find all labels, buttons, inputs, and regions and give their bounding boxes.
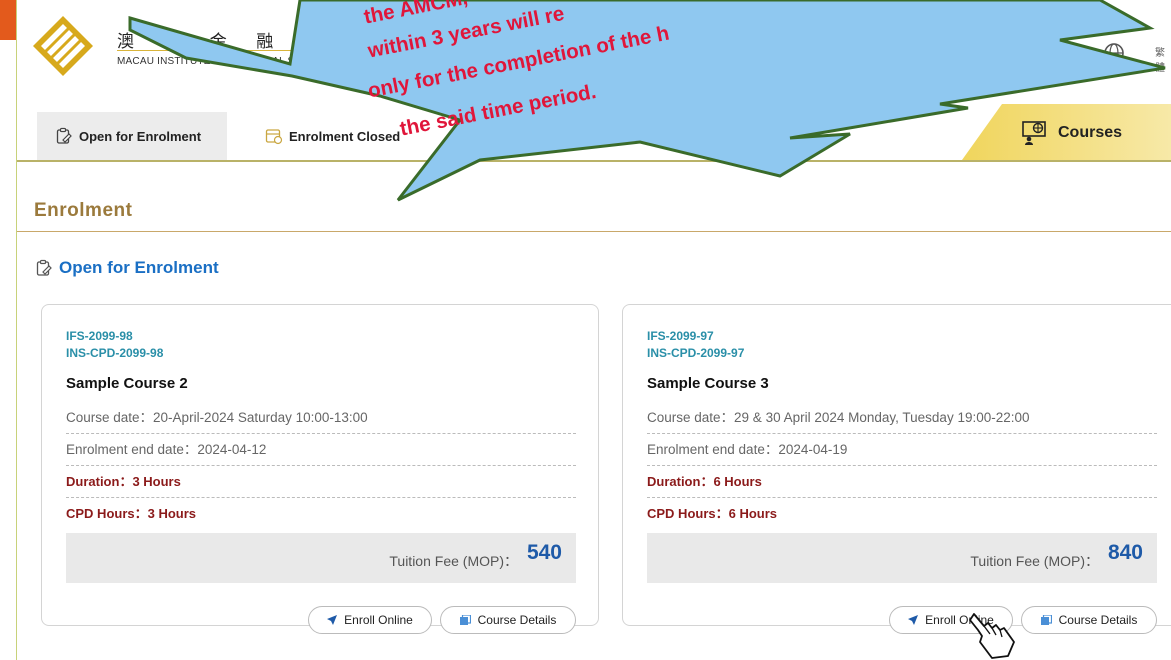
send-arrow-icon (908, 615, 919, 625)
logo-divider (117, 50, 357, 51)
course-tabs: Open for Enrolment Enrolment Closed Cour… (17, 104, 1171, 162)
hand-pointer-icon (969, 613, 1015, 659)
enroll-online-button[interactable]: Enroll Online (308, 606, 432, 634)
language-switch[interactable]: 繁體 (1155, 44, 1171, 74)
send-arrow-icon (327, 615, 338, 625)
courses-tab[interactable]: Courses (1058, 124, 1122, 142)
subheading-label: Open for Enrolment (59, 258, 219, 277)
course-title: Sample Course 2 (66, 375, 188, 392)
tab-open-for-enrolment[interactable]: Open for Enrolment (37, 112, 227, 160)
tab-label: Open for Enrolment (79, 128, 202, 144)
user-icon[interactable] (957, 44, 977, 64)
page-title: Enrolment (34, 200, 133, 221)
course-duration: Duration：6 Hours (647, 466, 1157, 498)
title-divider (17, 231, 1171, 232)
cpd-hours: CPD Hours：6 Hours (647, 506, 778, 521)
course-title: Sample Course 3 (647, 375, 769, 392)
document-icon (1040, 615, 1052, 625)
institute-logo-icon[interactable] (31, 12, 95, 92)
tuition-fee-box: Tuition Fee (MOP)： 540 (66, 533, 576, 583)
calendar-clock-icon (265, 129, 283, 145)
course-cpd-code: INS-CPD-2099-98 (66, 346, 164, 360)
course-code: IFS-2099-97 (647, 329, 714, 343)
course-details-button[interactable]: Course Details (1021, 606, 1157, 634)
button-label: Course Details (477, 613, 557, 627)
course-details-button[interactable]: Course Details (440, 606, 576, 634)
tuition-fee-label: Tuition Fee (MOP)： (970, 553, 1099, 569)
tab-label: Courses Commenced in 2023 (501, 128, 683, 144)
enrolment-end-date: Enrolment end date：2024-04-19 (647, 434, 1157, 466)
clipboard-edit-icon (56, 127, 72, 144)
left-accent-bar (0, 0, 16, 40)
tuition-fee-value: 540 (526, 541, 562, 564)
course-date: Course date：20-April-2024 Saturday 10:00… (66, 402, 576, 434)
login-button[interactable]: Login (990, 44, 1064, 66)
course-card: IFS-2099-97 INS-CPD-2099-97 Sample Cours… (622, 304, 1171, 634)
course-cpd-code: INS-CPD-2099-97 (647, 346, 745, 360)
button-label: Course Details (1058, 613, 1138, 627)
open-enrolment-heading: Open for Enrolment (35, 258, 219, 278)
button-label: Enroll Online (344, 613, 413, 627)
enrolment-end-date: Enrolment end date：2024-04-12 (66, 434, 576, 466)
logo-chinese-name: 澳 門 金 融 (117, 32, 286, 52)
course-date: Course date：29 & 30 April 2024 Monday, T… (647, 402, 1157, 434)
globe-icon[interactable] (1103, 42, 1125, 64)
tuition-fee-box: Tuition Fee (MOP)： 840 (647, 533, 1157, 583)
clipboard-edit-icon (36, 259, 52, 276)
teacher-board-icon (1022, 121, 1046, 145)
tab-label: Enrolment Closed (289, 128, 401, 144)
cpd-hours: CPD Hours：3 Hours (66, 506, 197, 521)
logo-english-name: MACAU INSTITUTE OF FINANCIAL SERVICES (117, 56, 340, 67)
course-card: IFS-2099-98 INS-CPD-2099-98 Sample Cours… (41, 304, 599, 634)
tab-enrolment-closed[interactable]: Enrolment Closed (247, 112, 417, 160)
tuition-fee-label: Tuition Fee (MOP)： (389, 553, 518, 569)
tab-courses-commenced[interactable]: Courses Commenced in 2023 (487, 112, 702, 160)
tuition-fee-value: 840 (1107, 541, 1143, 564)
course-duration: Duration：3 Hours (66, 466, 576, 498)
course-code: IFS-2099-98 (66, 329, 133, 343)
header-divider (1080, 46, 1081, 64)
document-icon (459, 615, 471, 625)
